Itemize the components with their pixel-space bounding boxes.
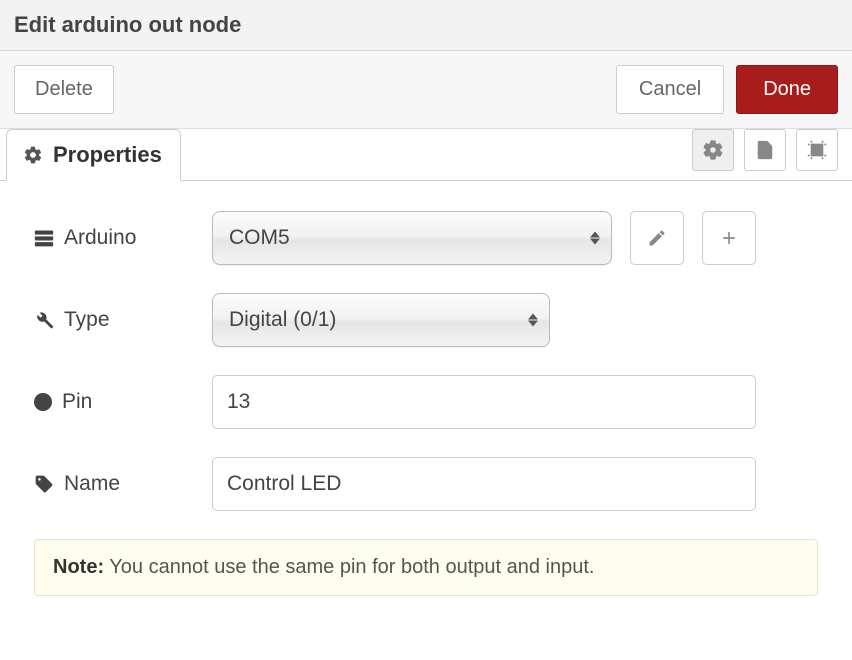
description-tab-button[interactable] — [744, 129, 786, 171]
name-row: Name — [34, 457, 818, 511]
cancel-button[interactable]: Cancel — [616, 65, 724, 114]
dialog-title: Edit arduino out node — [14, 12, 838, 38]
type-select-value: Digital (0/1) — [229, 308, 336, 332]
gear-icon — [23, 145, 43, 165]
edit-config-button[interactable] — [630, 211, 684, 265]
arduino-label: Arduino — [34, 226, 212, 250]
name-input[interactable] — [212, 457, 756, 511]
tab-properties-label: Properties — [53, 142, 162, 168]
wrench-icon — [34, 310, 54, 330]
settings-tab-button[interactable] — [692, 129, 734, 171]
form-body: Arduino COM5 Type Digital (0/1) — [0, 181, 852, 626]
arduino-select-value: COM5 — [229, 226, 290, 250]
action-bar: Delete Cancel Done — [0, 51, 852, 129]
tab-properties[interactable]: Properties — [6, 129, 181, 181]
note-box: Note: You cannot use the same pin for bo… — [34, 539, 818, 596]
pin-input[interactable] — [212, 375, 756, 429]
pin-row: Pin — [34, 375, 818, 429]
name-label: Name — [34, 472, 212, 496]
type-row: Type Digital (0/1) — [34, 293, 818, 347]
layout-icon — [806, 139, 828, 161]
arduino-row: Arduino COM5 — [34, 211, 818, 265]
pin-label: Pin — [34, 390, 212, 414]
pencil-icon — [647, 228, 667, 248]
done-button[interactable]: Done — [736, 65, 838, 114]
dialog-header: Edit arduino out node — [0, 0, 852, 51]
add-config-button[interactable] — [702, 211, 756, 265]
type-select[interactable]: Digital (0/1) — [212, 293, 550, 347]
tabs-bar: Properties — [0, 128, 852, 181]
circle-icon — [34, 393, 52, 411]
note-prefix: Note: — [53, 556, 104, 578]
tag-icon — [34, 474, 54, 494]
server-icon — [34, 229, 54, 247]
note-text: You cannot use the same pin for both out… — [104, 556, 594, 578]
arduino-select[interactable]: COM5 — [212, 211, 612, 265]
gear-icon — [702, 139, 724, 161]
delete-button[interactable]: Delete — [14, 65, 114, 114]
type-label: Type — [34, 308, 212, 332]
appearance-tab-button[interactable] — [796, 129, 838, 171]
file-icon — [754, 139, 776, 161]
plus-icon — [719, 228, 739, 248]
